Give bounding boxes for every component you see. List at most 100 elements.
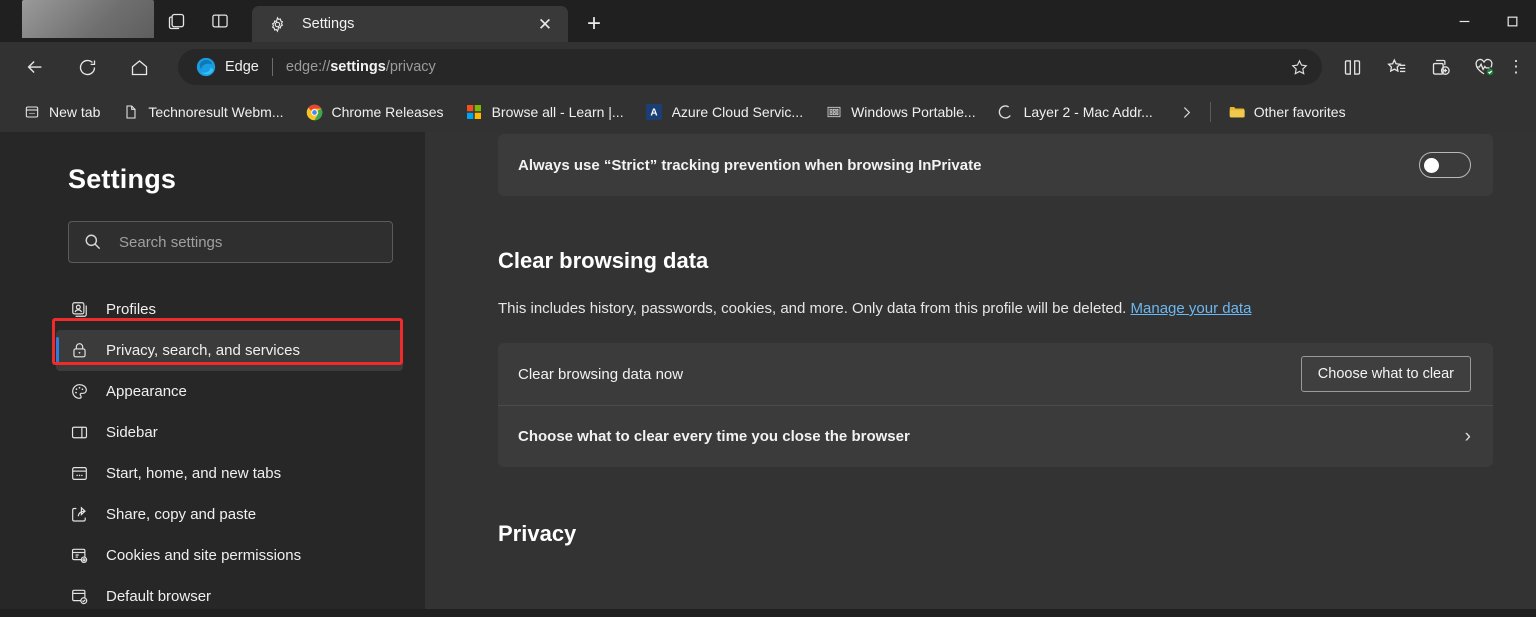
search-settings-input[interactable]: Search settings: [68, 221, 393, 263]
favorites-bar: New tab Technoresult Webm... Chrome Rele…: [0, 92, 1536, 132]
start-home-icon: [68, 463, 90, 485]
sidebar-item-share-copy-and-paste[interactable]: Share, copy and paste: [0, 494, 403, 535]
minimize-icon[interactable]: [1440, 0, 1488, 42]
clear-browsing-data-now-label: Clear browsing data now: [518, 366, 683, 383]
window-controls: [1440, 0, 1536, 42]
favorites-bar-divider: [1210, 102, 1211, 122]
split-screen-icon[interactable]: [1330, 47, 1374, 87]
cookies-permissions-icon: [68, 545, 90, 567]
settings-page: Settings Search settings Profiles: [0, 132, 1536, 609]
sidebar-item-label: Default browser: [106, 588, 211, 605]
sidebar-item-cookies-and-site-permissions[interactable]: Cookies and site permissions: [0, 535, 403, 576]
inprivate-tracking-row: Always use “Strict” tracking prevention …: [498, 134, 1493, 196]
other-favorites-folder[interactable]: Other favorites: [1219, 98, 1355, 126]
profile-avatar-chip[interactable]: [22, 0, 154, 38]
bookmark-item[interactable]: Layer 2 - Mac Addr...: [989, 98, 1162, 126]
bookmark-item[interactable]: New tab: [14, 98, 109, 126]
bookmark-item[interactable]: Browse all - Learn |...: [457, 98, 633, 126]
bookmark-label: Chrome Releases: [332, 104, 444, 120]
browser-tab[interactable]: Settings ✕: [252, 6, 568, 42]
manage-your-data-link[interactable]: Manage your data: [1131, 300, 1252, 317]
sidebar-item-sidebar[interactable]: Sidebar: [0, 412, 403, 453]
tab-title: Settings: [302, 16, 532, 32]
split-screen-icon[interactable]: [198, 0, 242, 42]
search-placeholder: Search settings: [119, 234, 222, 251]
sidebar-item-label: Profiles: [106, 301, 156, 318]
privacy-heading: Privacy: [498, 521, 1500, 547]
sidebar-item-label: Share, copy and paste: [106, 506, 256, 523]
new-tab-button[interactable]: +: [574, 6, 614, 42]
favorites-icon[interactable]: [1374, 47, 1418, 87]
windows-portable-icon: [825, 104, 842, 121]
gear-icon: [266, 13, 288, 35]
maximize-icon[interactable]: [1488, 0, 1536, 42]
bookmark-label: New tab: [49, 104, 100, 120]
sidebar-item-label: Appearance: [106, 383, 187, 400]
description-text: This includes history, passwords, cookie…: [498, 300, 1131, 317]
clear-on-close-row[interactable]: Choose what to clear every time you clos…: [498, 405, 1493, 467]
bookmark-item[interactable]: Windows Portable...: [816, 98, 985, 126]
search-icon: [83, 232, 103, 252]
browser-essentials-icon[interactable]: [1462, 47, 1506, 87]
address-bar[interactable]: Edge edge://settings/privacy: [178, 49, 1322, 85]
chrome-icon: [306, 104, 323, 121]
inprivate-tracking-toggle[interactable]: [1419, 152, 1471, 178]
toggle-knob: [1424, 158, 1439, 173]
settings-nav-list: Profiles Privacy, search, and services: [0, 289, 425, 617]
collections-icon[interactable]: [1418, 47, 1462, 87]
bookmark-item[interactable]: Technoresult Webm...: [113, 98, 292, 126]
sidebar-item-label: Start, home, and new tabs: [106, 465, 281, 482]
edge-brand-label: Edge: [225, 59, 259, 75]
sidebar-item-default-browser[interactable]: Default browser: [0, 576, 403, 617]
edge-logo-icon: [196, 57, 216, 77]
chevron-right-icon: ›: [1465, 427, 1471, 446]
bookmark-label: Technoresult Webm...: [148, 104, 283, 120]
bookmark-label: Browse all - Learn |...: [492, 104, 624, 120]
close-icon[interactable]: ✕: [532, 11, 558, 37]
tab-strip: Settings ✕ +: [0, 0, 1536, 42]
navigation-toolbar: Edge edge://settings/privacy: [0, 42, 1536, 92]
refresh-icon[interactable]: [68, 48, 106, 86]
url-bold-segment: settings: [330, 59, 386, 75]
bookmark-label: Azure Cloud Servic...: [672, 104, 804, 120]
sidebar-item-label: Cookies and site permissions: [106, 547, 301, 564]
svg-text:A: A: [650, 108, 657, 119]
more-vertical-icon[interactable]: ⋮: [1506, 57, 1526, 77]
palette-icon: [68, 381, 90, 403]
url-suffix: /privacy: [386, 59, 436, 75]
url-prefix: edge://: [286, 59, 330, 75]
bookmark-item[interactable]: Chrome Releases: [297, 98, 453, 126]
url-text: edge://settings/privacy: [286, 59, 436, 75]
bookmark-label: Windows Portable...: [851, 104, 976, 120]
tab-search-icon[interactable]: [154, 0, 198, 42]
settings-content: Always use “Strict” tracking prevention …: [425, 132, 1536, 609]
profile-icon: [68, 299, 90, 321]
home-icon[interactable]: [120, 48, 158, 86]
sidebar-icon: [68, 422, 90, 444]
folder-icon: [1228, 104, 1245, 121]
bookmark-item[interactable]: A Azure Cloud Servic...: [637, 98, 813, 126]
clear-browsing-data-now-row: Clear browsing data now Choose what to c…: [498, 343, 1493, 405]
star-icon[interactable]: [1282, 52, 1316, 82]
settings-sidebar: Settings Search settings Profiles: [0, 132, 425, 609]
clear-browsing-data-heading: Clear browsing data: [498, 248, 1500, 274]
sidebar-item-label: Sidebar: [106, 424, 158, 441]
clear-browsing-data-description: This includes history, passwords, cookie…: [498, 300, 1500, 317]
back-icon[interactable]: [16, 48, 54, 86]
lock-icon: [68, 340, 90, 362]
choose-what-to-clear-button[interactable]: Choose what to clear: [1301, 356, 1471, 392]
bookmark-label: Layer 2 - Mac Addr...: [1024, 104, 1153, 120]
sidebar-item-appearance[interactable]: Appearance: [0, 371, 403, 412]
partial-circle-icon: [998, 104, 1015, 121]
azure-a-icon: A: [646, 104, 663, 121]
microsoft-icon: [466, 104, 483, 121]
sidebar-item-start-home-and-new-tabs[interactable]: Start, home, and new tabs: [0, 453, 403, 494]
chevron-right-icon[interactable]: [1172, 97, 1202, 127]
sidebar-item-label: Privacy, search, and services: [106, 342, 300, 359]
page-title: Settings: [68, 164, 425, 195]
share-icon: [68, 504, 90, 526]
sidebar-item-privacy-search-and-services[interactable]: Privacy, search, and services: [56, 330, 403, 371]
sidebar-item-profiles[interactable]: Profiles: [0, 289, 403, 330]
clear-browsing-data-card: Clear browsing data now Choose what to c…: [498, 343, 1493, 467]
inprivate-tracking-card: Always use “Strict” tracking prevention …: [498, 134, 1493, 196]
